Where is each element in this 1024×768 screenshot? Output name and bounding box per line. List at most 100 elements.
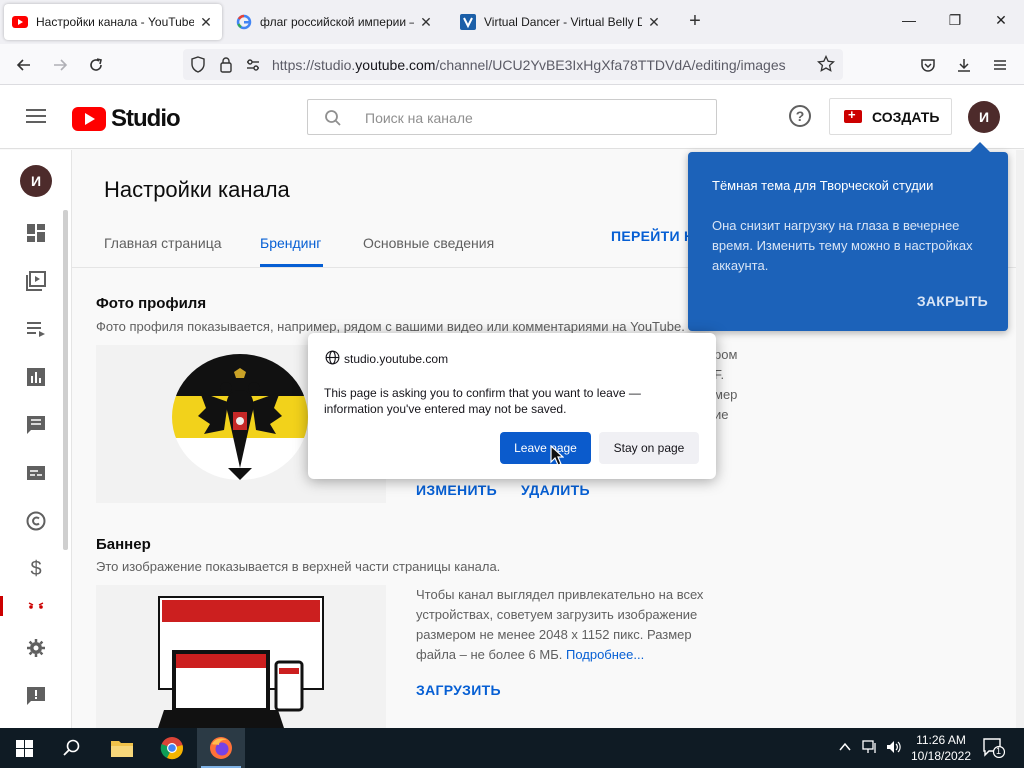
reload-icon[interactable] bbox=[84, 53, 108, 77]
address-bar[interactable]: https://studio.youtube.com/channel/UCU2Y… bbox=[183, 49, 843, 80]
channel-avatar[interactable]: И bbox=[20, 165, 52, 197]
url-prefix: https://studio. bbox=[272, 57, 356, 73]
content-icon[interactable] bbox=[24, 269, 48, 293]
upload-banner-button[interactable]: ЗАГРУЗИТЬ bbox=[416, 682, 501, 698]
leave-page-dialog: studio.youtube.com This page is asking y… bbox=[308, 333, 716, 479]
pocket-icon[interactable] bbox=[916, 53, 940, 77]
shield-icon[interactable] bbox=[190, 56, 206, 78]
close-tab-icon[interactable]: ✕ bbox=[198, 14, 214, 31]
search-placeholder: Поиск на канале bbox=[365, 110, 473, 126]
feedback-icon[interactable] bbox=[24, 684, 48, 708]
new-tab-button[interactable]: + bbox=[684, 11, 706, 33]
window-close-icon[interactable]: ✕ bbox=[991, 12, 1011, 32]
url-domain: youtube.com bbox=[355, 57, 436, 73]
change-photo-button[interactable]: ИЗМЕНИТЬ bbox=[416, 482, 497, 498]
help-icon[interactable]: ? bbox=[789, 105, 811, 127]
tab-title: флаг российской империи – G bbox=[260, 15, 414, 29]
studio-logo[interactable]: Studio bbox=[72, 105, 181, 133]
browser-tab-bar: Настройки канала - YouTube S ✕ флаг росс… bbox=[0, 0, 1024, 44]
account-avatar[interactable]: И bbox=[968, 101, 1000, 133]
notifications-icon[interactable]: 1 bbox=[983, 738, 1006, 761]
create-video-icon bbox=[844, 107, 862, 123]
url-text[interactable]: https://studio.youtube.com/channel/UCU2Y… bbox=[272, 57, 786, 73]
restore-icon[interactable]: ❐ bbox=[945, 12, 965, 32]
clock-time: 11:26 AM bbox=[916, 733, 966, 747]
youtube-logo-icon bbox=[72, 107, 106, 131]
create-button[interactable]: СОЗДАТЬ bbox=[829, 98, 952, 135]
volume-icon[interactable] bbox=[886, 740, 902, 757]
learn-more-link[interactable]: Подробнее... bbox=[566, 647, 644, 662]
close-tab-icon[interactable]: ✕ bbox=[418, 14, 434, 31]
url-path: /channel/UCU2YvBE3IxHgXfa78TTDVdA/editin… bbox=[435, 57, 786, 73]
tab-home[interactable]: Главная страница bbox=[104, 235, 222, 251]
page-title: Настройки канала bbox=[104, 177, 290, 202]
tab-branding[interactable]: Брендинг bbox=[260, 235, 321, 251]
customization-icon[interactable] bbox=[24, 595, 48, 619]
browser-tab-2[interactable]: флаг российской империи – G ✕ bbox=[228, 4, 442, 40]
page-scrollbar[interactable] bbox=[1016, 150, 1024, 728]
dark-theme-tooltip: Тёмная тема для Творческой студии Она сн… bbox=[688, 142, 1008, 331]
lock-icon[interactable] bbox=[219, 56, 233, 78]
analytics-icon[interactable] bbox=[24, 365, 48, 389]
downloads-icon[interactable] bbox=[952, 53, 976, 77]
devices-banner-illustration bbox=[158, 596, 324, 728]
google-icon bbox=[236, 14, 252, 30]
dialog-message: This page is asking you to confirm that … bbox=[324, 386, 641, 416]
chrome-icon[interactable] bbox=[148, 728, 196, 768]
browser-nav-bar: https://studio.youtube.com/channel/UCU2Y… bbox=[0, 44, 1024, 85]
notification-count: 1 bbox=[996, 746, 1002, 756]
studio-header: Studio Поиск на канале ? СОЗДАТЬ И bbox=[0, 85, 1024, 149]
comments-icon[interactable] bbox=[24, 413, 48, 437]
back-icon[interactable] bbox=[12, 53, 36, 77]
close-tab-icon[interactable]: ✕ bbox=[646, 14, 662, 31]
firefox-icon[interactable] bbox=[197, 728, 245, 768]
show-hidden-icons-icon[interactable] bbox=[838, 740, 852, 757]
tooltip-title: Тёмная тема для Творческой студии bbox=[712, 178, 934, 193]
leave-page-button[interactable]: Leave page bbox=[500, 432, 591, 464]
search-input[interactable]: Поиск на канале bbox=[307, 99, 717, 135]
subtitles-icon[interactable] bbox=[24, 461, 48, 485]
banner-info-body: Чтобы канал выглядел привлекательно на в… bbox=[416, 587, 704, 662]
windows-start-icon[interactable] bbox=[0, 728, 48, 768]
tab-title: Virtual Dancer - Virtual Belly Da bbox=[484, 15, 642, 29]
tooltip-close-button[interactable]: ЗАКРЫТЬ bbox=[917, 293, 988, 309]
tab-title: Настройки канала - YouTube S bbox=[36, 15, 194, 29]
banner-info-text: Чтобы канал выглядел привлекательно на в… bbox=[416, 585, 726, 665]
dialog-host-text: studio.youtube.com bbox=[344, 352, 449, 366]
profile-info-fragment: мер bbox=[714, 387, 738, 402]
site-icon bbox=[460, 14, 476, 30]
profile-info-fragment: ие bbox=[714, 407, 729, 422]
globe-icon bbox=[325, 350, 340, 368]
create-label: СОЗДАТЬ bbox=[872, 108, 940, 125]
goto-channel-link[interactable]: ПЕРЕЙТИ Н bbox=[611, 228, 694, 244]
browser-tab-3[interactable]: Virtual Dancer - Virtual Belly Da ✕ bbox=[452, 4, 670, 40]
youtube-icon bbox=[12, 14, 28, 30]
menu-icon[interactable] bbox=[26, 109, 46, 123]
playlists-icon[interactable] bbox=[24, 317, 48, 341]
logo-text: Studio bbox=[111, 105, 181, 132]
permissions-icon[interactable] bbox=[245, 57, 261, 78]
network-icon[interactable] bbox=[862, 740, 878, 757]
settings-icon[interactable] bbox=[24, 636, 48, 660]
forward-icon[interactable] bbox=[48, 53, 72, 77]
active-item-marker bbox=[0, 596, 3, 616]
dashboard-icon[interactable] bbox=[24, 221, 48, 245]
banner-description: Это изображение показывается в верхней ч… bbox=[96, 559, 501, 574]
tooltip-body: Она снизит нагрузку на глаза в вечернее … bbox=[712, 218, 973, 273]
rail-scrollbar[interactable] bbox=[63, 210, 68, 550]
stay-on-page-button[interactable]: Stay on page bbox=[599, 432, 699, 464]
taskbar-search-icon[interactable] bbox=[48, 728, 96, 768]
minimize-icon[interactable]: — bbox=[899, 12, 919, 32]
browser-tab-1[interactable]: Настройки канала - YouTube S ✕ bbox=[4, 4, 222, 40]
mouse-cursor-icon bbox=[550, 445, 564, 466]
tab-basic-info[interactable]: Основные сведения bbox=[363, 235, 494, 251]
delete-photo-button[interactable]: УДАЛИТЬ bbox=[521, 482, 590, 498]
monetization-icon[interactable]: $ bbox=[24, 557, 48, 581]
double-headed-eagle-icon bbox=[198, 368, 282, 480]
app-menu-icon[interactable] bbox=[988, 53, 1012, 77]
left-navigation-rail: И $ bbox=[0, 150, 72, 728]
bookmark-star-icon[interactable] bbox=[816, 54, 836, 78]
copyright-icon[interactable] bbox=[24, 509, 48, 533]
file-explorer-icon[interactable] bbox=[98, 728, 146, 768]
taskbar-clock[interactable]: 11:26 AM 10/18/2022 bbox=[906, 732, 976, 764]
